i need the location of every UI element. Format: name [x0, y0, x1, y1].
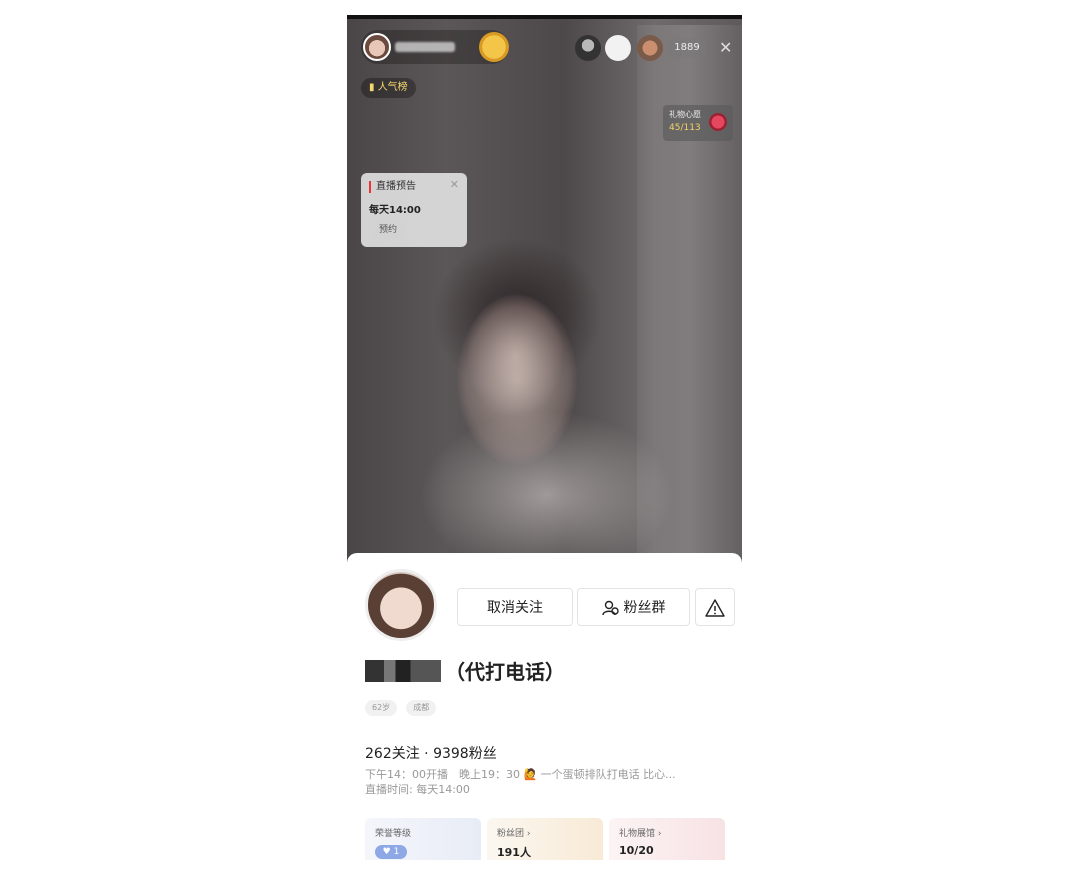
follow-stats[interactable]: 262关注 · 9398粉丝 — [365, 743, 497, 763]
streamer-face — [457, 295, 577, 465]
age-chip: 62岁 — [365, 700, 398, 716]
viewer-count[interactable]: 1889 — [667, 37, 707, 59]
close-icon[interactable]: ✕ — [719, 35, 732, 61]
preview-close-icon[interactable]: ✕ — [450, 178, 459, 191]
bio-line: 直播时间: 每天14:00 — [365, 783, 470, 796]
profile-cards: 荣誉等级 ♥ 1 粉丝团 › 191人 礼物展馆 › 10/20 — [365, 818, 737, 860]
host-avatar[interactable] — [363, 33, 391, 61]
level-badge: ♥ 1 — [375, 845, 407, 859]
profile-name-blurred — [365, 659, 441, 682]
phone-screen: ▮ 人气榜 1889 ✕ 礼物心愿 45/113 直播预告 ✕ 每天14:00 … — [347, 15, 742, 860]
rose-icon — [709, 113, 727, 131]
follow-bubble-icon[interactable] — [479, 32, 509, 62]
gift-goal-label: 礼物心愿 — [669, 110, 701, 119]
gift-hall-label: 礼物展馆 › — [619, 829, 662, 839]
location-chip: 成都 — [406, 700, 437, 716]
preview-time: 每天14:00 — [369, 205, 421, 216]
gift-hall-card[interactable]: 礼物展馆 › 10/20 — [609, 818, 725, 860]
report-button[interactable] — [695, 588, 735, 626]
fan-group-button[interactable]: 粉丝群 — [577, 588, 690, 626]
honor-level-card[interactable]: 荣誉等级 ♥ 1 — [365, 818, 481, 860]
popularity-rank-tag[interactable]: ▮ 人气榜 — [361, 78, 416, 98]
profile-avatar[interactable] — [365, 569, 437, 641]
fan-group-icon — [601, 600, 619, 616]
viewer-avatar[interactable] — [637, 35, 663, 61]
profile-sheet: 取消关注 粉丝群 （代打电话） 62岁 成都 262关注 · 9398粉丝 下午… — [347, 553, 742, 860]
reserve-button[interactable]: 预约 — [369, 221, 407, 239]
profile-name-row: （代打电话） — [365, 656, 565, 686]
host-name-blurred — [395, 42, 455, 52]
fan-club-label: 粉丝团 › — [497, 829, 531, 839]
profile-chips: 62岁 成都 — [365, 695, 440, 716]
fan-club-card[interactable]: 粉丝团 › 191人 — [487, 818, 603, 860]
warning-icon — [705, 599, 725, 617]
bio-line: 下午14：00开播 晚上19：30 🙋 一个蛋顿排队打电话 比心... — [365, 768, 676, 781]
viewer-avatar[interactable] — [605, 35, 631, 61]
fan-club-value: 191人 — [497, 846, 531, 859]
status-bar — [347, 15, 742, 19]
live-video[interactable]: ▮ 人气榜 1889 ✕ 礼物心愿 45/113 直播预告 ✕ 每天14:00 … — [347, 15, 742, 560]
viewer-avatar[interactable] — [575, 35, 601, 61]
live-preview-card[interactable]: 直播预告 ✕ 每天14:00 预约 — [361, 173, 467, 247]
profile-name-suffix: （代打电话） — [445, 660, 565, 684]
rank-tag-label: 人气榜 — [377, 82, 408, 93]
fan-group-label: 粉丝群 — [623, 600, 666, 616]
honor-label: 荣誉等级 — [375, 829, 412, 839]
preview-title: 直播预告 — [369, 181, 416, 193]
gift-goal-count: 45/113 — [669, 123, 701, 133]
gift-goal-widget[interactable]: 礼物心愿 45/113 — [663, 105, 733, 141]
gift-hall-value: 10/20 — [619, 844, 654, 857]
unfollow-button[interactable]: 取消关注 — [457, 588, 573, 626]
host-info-pill[interactable] — [361, 30, 509, 64]
